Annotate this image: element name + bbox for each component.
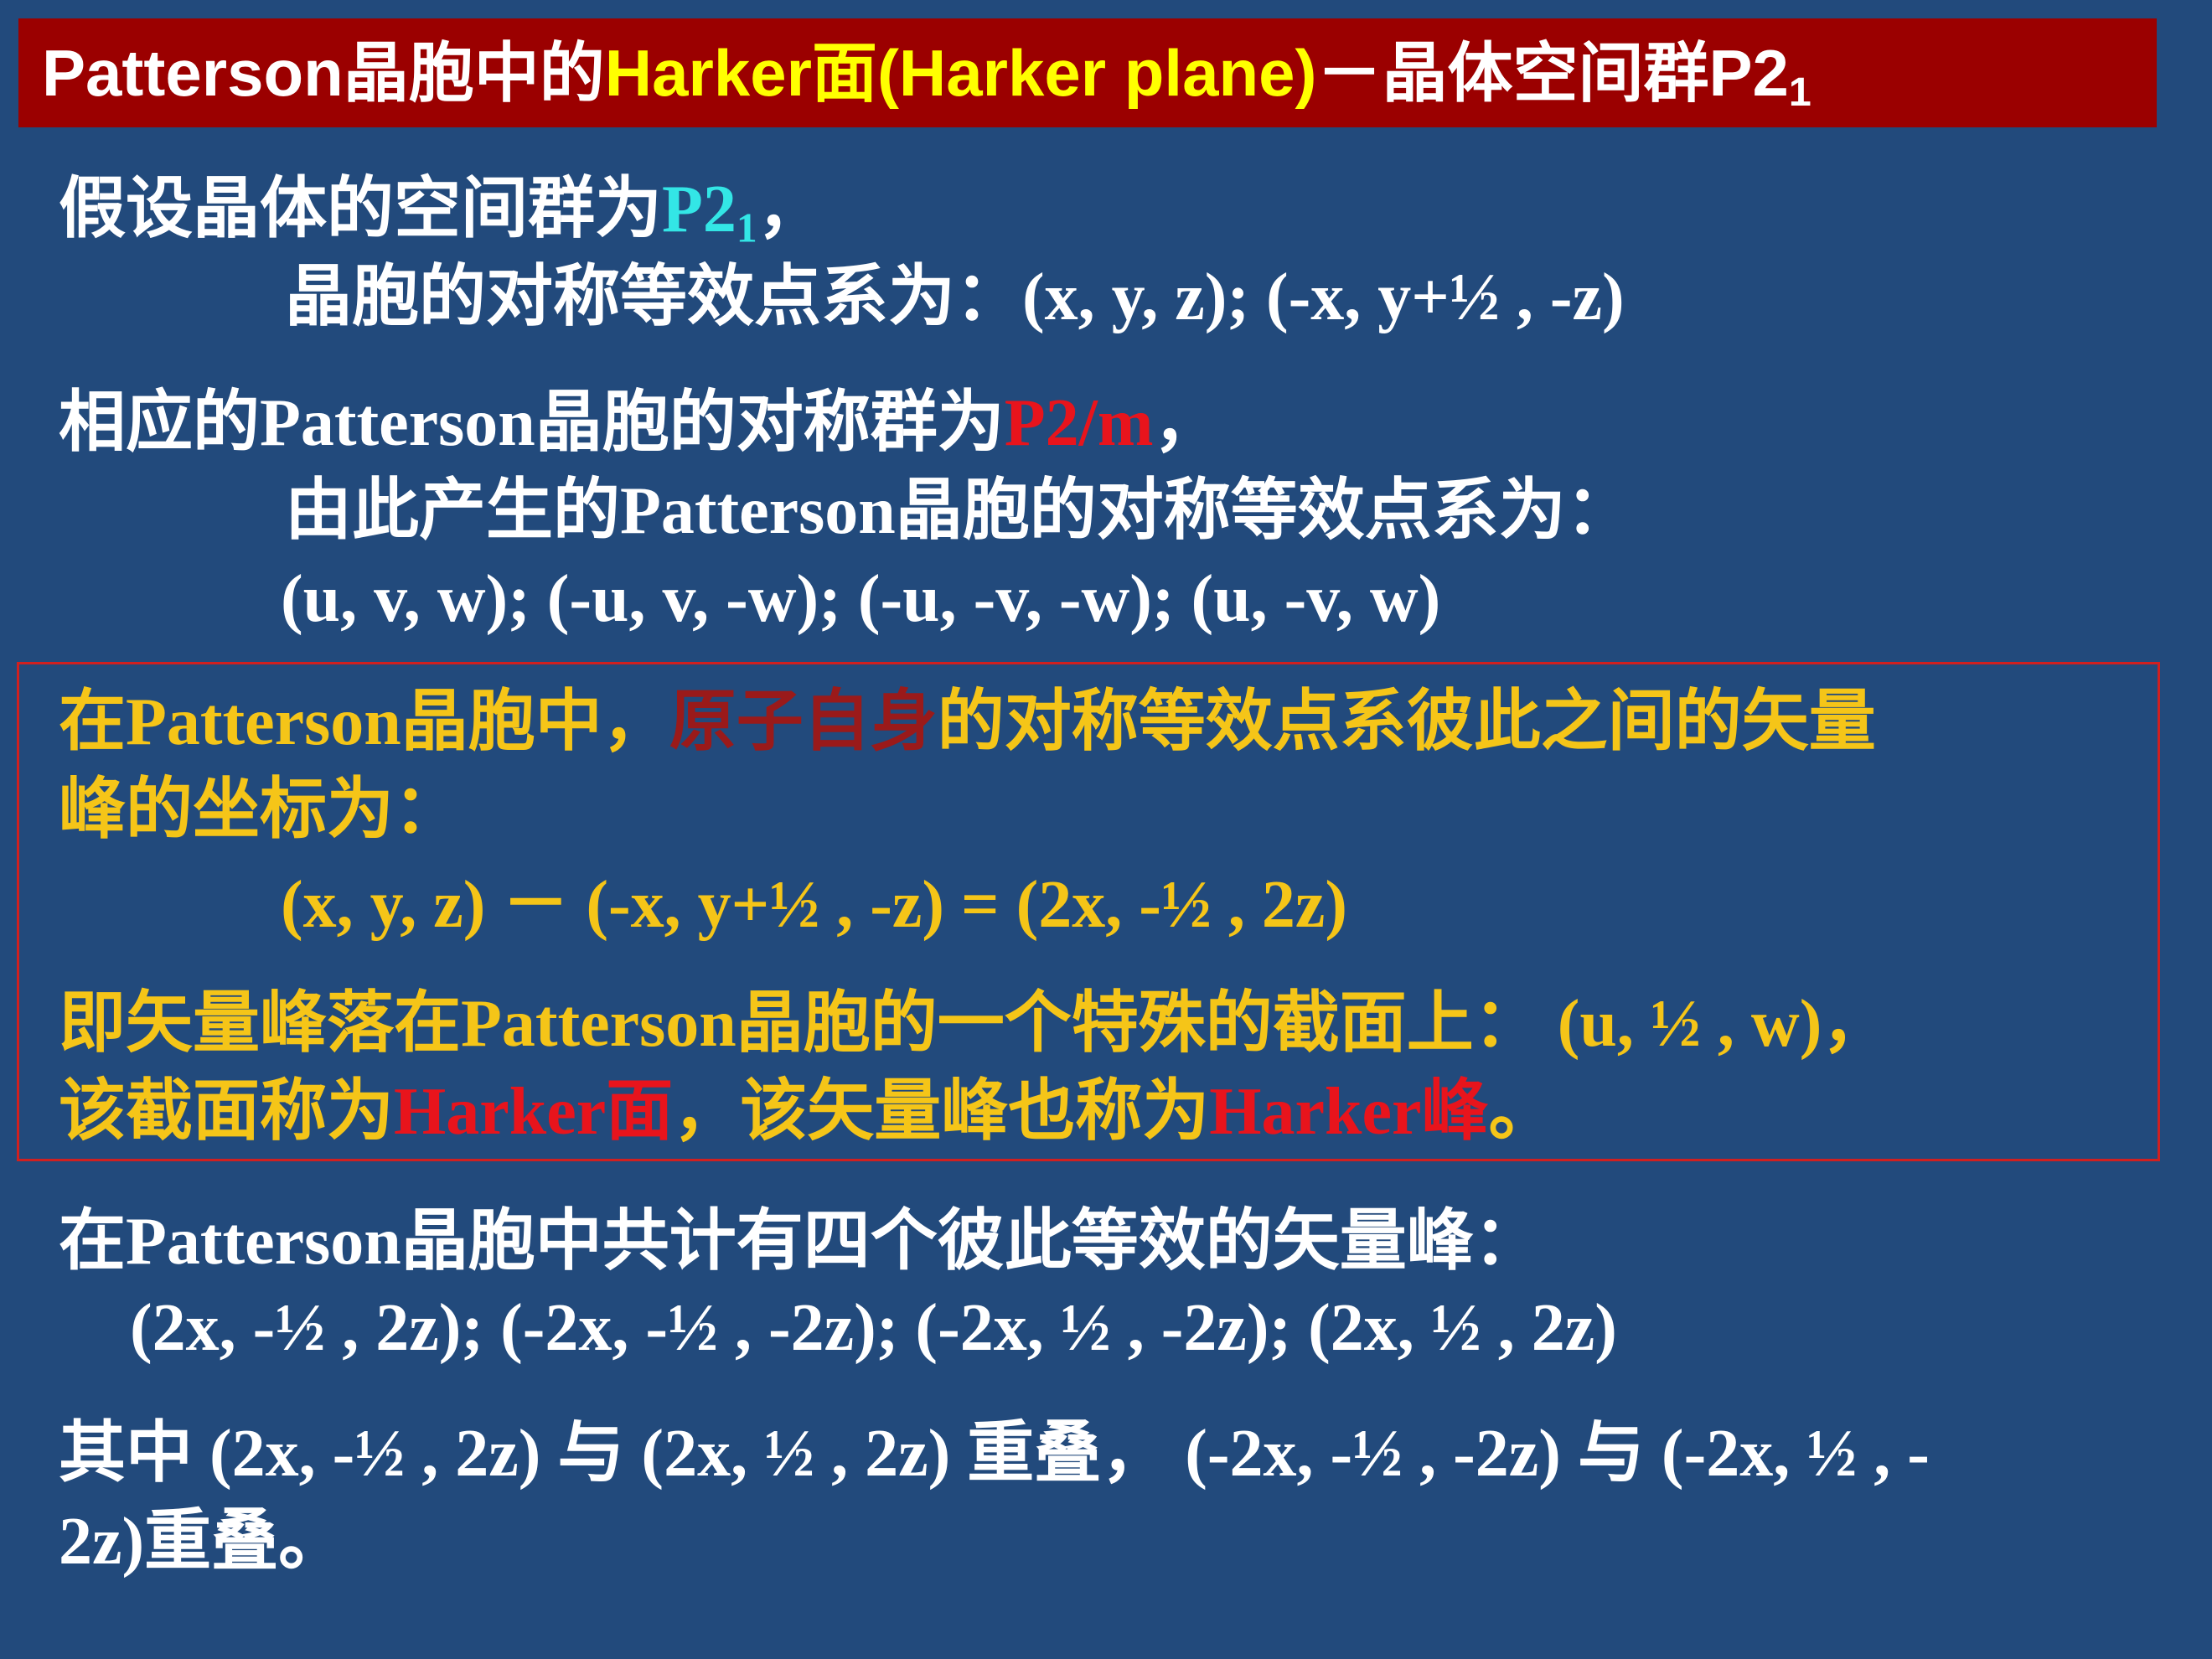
title-part3: －晶体空间群P2 [1316, 36, 1789, 110]
title-part1: Patterson晶胞中的 [42, 36, 605, 110]
patterson-group-end: ， [1153, 386, 1221, 460]
patterson-equivalent-points: (u, v, w); (-u, v, -w); (-u, -v, -w); (u… [281, 562, 1441, 636]
patterson-symmetry-group: 相应的Patterson晶胞的对称群为P2/m， [59, 381, 1221, 465]
harker-naming-c: 。 [1488, 1075, 1556, 1149]
space-group-text: 假设晶体的空间群为 [59, 173, 662, 246]
overlap-statement-line1: 其中 (2x, -½ , 2z) 与 (2x, ½ , 2z) 重叠， (-2x… [59, 1417, 1930, 1491]
patterson-group-text: 相应的Patterson晶胞的对称群为 [59, 386, 1005, 460]
self-atom-highlight: 原子自身 [669, 685, 938, 759]
space-group-subscript: 1 [736, 204, 757, 251]
vector-difference-equation: (x, y, z) － (-x, y+½ , -z) = (2x, -½ , 2… [281, 868, 1348, 942]
title-harker-plane: Harker面(Harker plane) [604, 36, 1317, 110]
self-vector-text-a: 在Patterson晶胞中， [59, 685, 669, 759]
crystal-equivalent-points: 晶胞的对称等效点系为：(x, y, z); (-x, y+½ , -z) [285, 261, 1625, 334]
title-subscript: 1 [1788, 70, 1811, 116]
harker-naming-statement: 该截面称为Harker面，该矢量峰也称为Harker峰。 [59, 1070, 1556, 1154]
space-group-highlight: P2 [662, 173, 736, 246]
slide-title: Patterson晶胞中的Harker面(Harker plane)－晶体空间群… [18, 18, 2157, 127]
harker-naming-b: ，该矢量峰也称为 [673, 1075, 1210, 1149]
harker-plane-highlight: Harker面 [394, 1075, 674, 1149]
self-vector-text-b: 的对称等效点系彼此之间的矢量 [937, 685, 1876, 759]
harker-naming-a: 该截面称为 [59, 1075, 394, 1149]
patterson-group-highlight: P2/m [1004, 386, 1154, 460]
four-vector-peaks-heading: 在Patterson晶胞中共计有四个彼此等效的矢量峰： [59, 1205, 1541, 1279]
self-vector-statement: 在Patterson晶胞中，原子自身的对称等效点系彼此之间的矢量 [59, 680, 1876, 764]
four-vector-peaks-list: (2x, -½ , 2z); (-2x, -½ , -2z); (-2x, ½ … [130, 1291, 1617, 1365]
harker-peak-highlight: Harker峰 [1209, 1075, 1489, 1149]
special-section-statement: 即矢量峰落在Patterson晶胞的一个特殊的截面上： (u, ½ , w)， [59, 987, 1889, 1061]
space-group-end: ， [757, 173, 824, 246]
overlap-statement-line2: 2z)重叠。 [59, 1505, 346, 1579]
vector-peak-coords-label: 峰的坐标为： [59, 773, 461, 847]
patterson-equivalent-points-heading: 由此产生的Patterson晶胞的对称等效点系为： [285, 474, 1633, 548]
